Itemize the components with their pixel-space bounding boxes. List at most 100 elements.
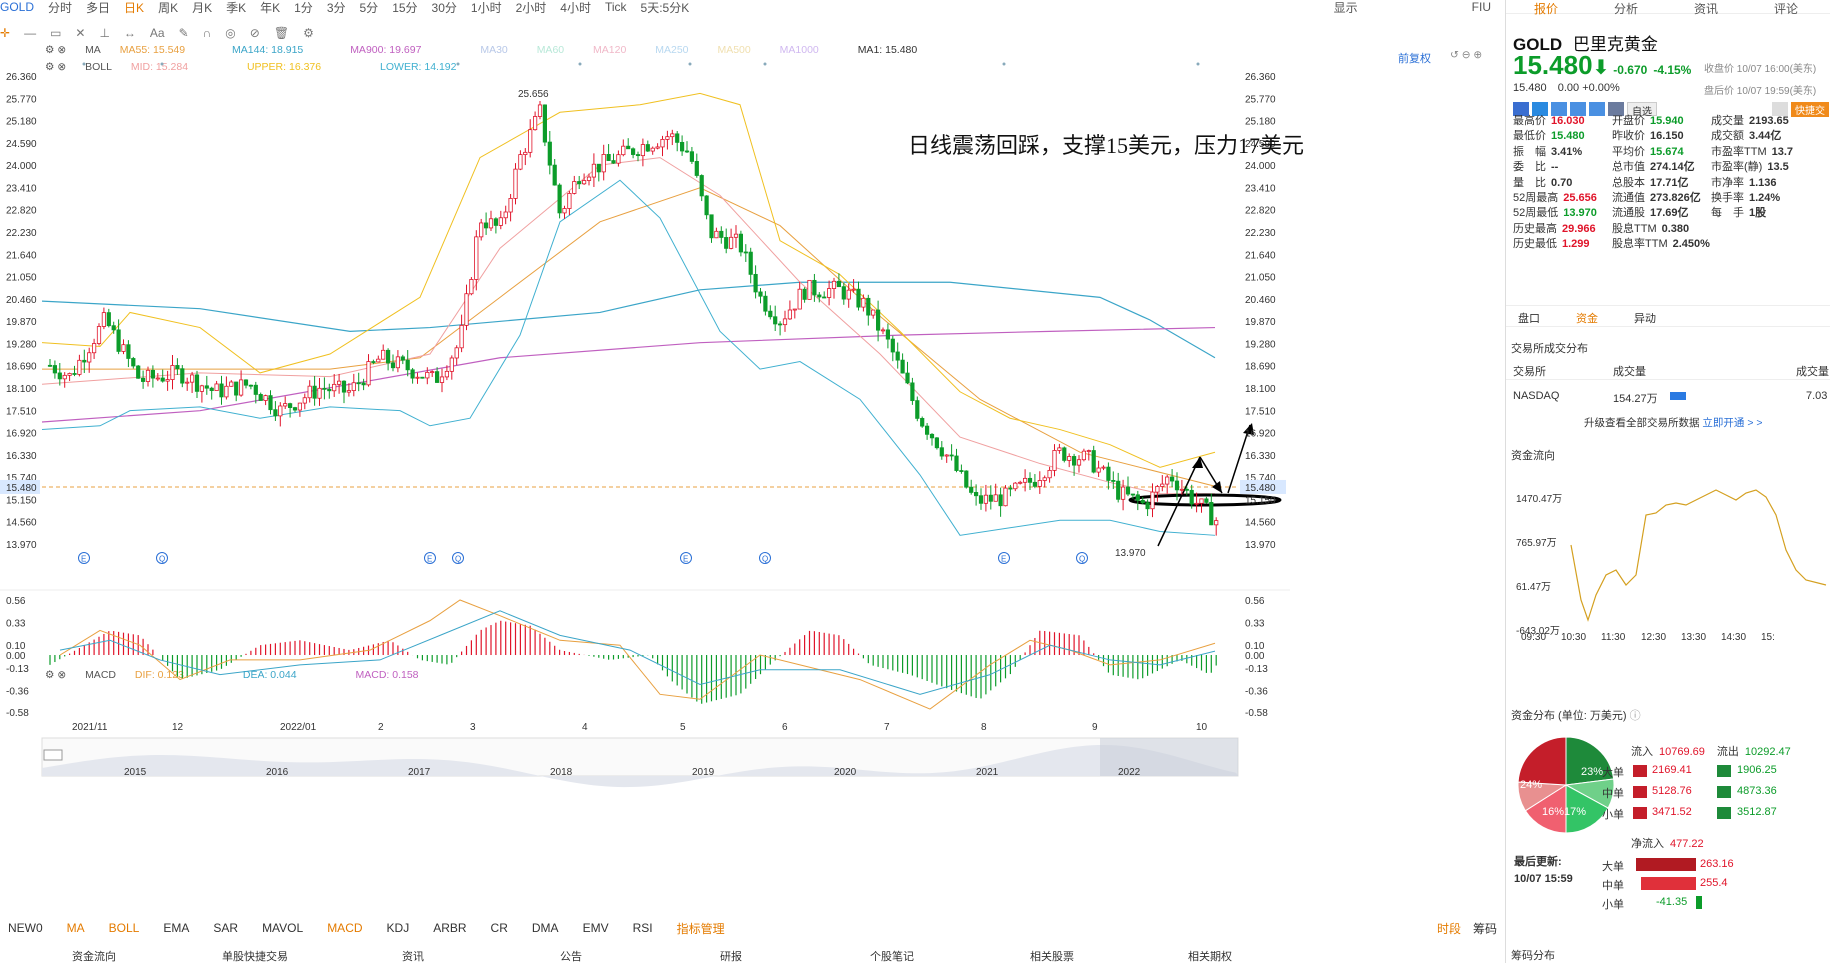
candle-body — [866, 297, 871, 316]
period-item-14[interactable]: 2小时 — [516, 0, 547, 15]
period-item-15[interactable]: 4小时 — [560, 0, 591, 15]
pie-label: 16% — [1542, 806, 1564, 818]
candle-body — [616, 154, 621, 164]
bottom-tab-3[interactable]: 公告 — [560, 948, 582, 964]
line-tool-icon[interactable]: — — [24, 26, 36, 40]
candlestick-chart[interactable]: 26.360 26.360 25.770 25.770 25.180 25.180 24.5… — [0, 40, 1505, 920]
candle-body — [434, 371, 440, 383]
candle-body — [1027, 477, 1033, 483]
period-item-7[interactable]: 年K — [260, 0, 280, 15]
stat-value: 17.71亿 — [1650, 176, 1689, 189]
candle-body — [101, 312, 106, 327]
candle-body — [415, 376, 420, 379]
cross-tool-icon[interactable]: ✕ — [75, 26, 85, 40]
indicator-tab-6[interactable]: MACD — [327, 921, 362, 935]
period-item-3[interactable]: 日K — [124, 0, 144, 15]
indicator-tab-9[interactable]: CR — [491, 921, 508, 935]
time-tick: 4 — [582, 722, 588, 733]
candle-body — [807, 279, 812, 300]
outflow-swatch — [1717, 807, 1731, 819]
indicator-tab-10[interactable]: DMA — [532, 921, 559, 935]
indicator-tab-3[interactable]: EMA — [163, 921, 189, 935]
help-icon[interactable]: ⓘ — [1630, 710, 1641, 722]
candle-body — [1008, 487, 1013, 490]
indicator-tab-13[interactable]: 指标管理 — [677, 920, 725, 937]
candle-body — [126, 344, 131, 359]
period-item-11[interactable]: 15分 — [392, 0, 417, 15]
indicator-tab-7[interactable]: KDJ — [387, 921, 410, 935]
period-item-10[interactable]: 5分 — [360, 0, 379, 15]
candle-body — [959, 470, 964, 472]
indicator-tab-1[interactable]: MA — [67, 921, 85, 935]
distribution-title: 资金分布 (单位: 万美元) — [1511, 710, 1627, 722]
magnet-tool-icon[interactable]: ∩ — [203, 26, 212, 40]
period-item-4[interactable]: 周K — [158, 0, 178, 15]
share-icon[interactable] — [1589, 102, 1605, 116]
candle-body — [1003, 487, 1008, 507]
candle-body — [312, 385, 317, 399]
bottom-tab-6[interactable]: 相关股票 — [1030, 948, 1074, 964]
outflow-total: 10292.47 — [1744, 746, 1791, 758]
arrow-tool-icon[interactable]: ↔ — [124, 26, 136, 40]
bottom-tab-2[interactable]: 资讯 — [402, 948, 424, 964]
period-item-12[interactable]: 30分 — [432, 0, 457, 15]
period-item-5[interactable]: 月K — [192, 0, 212, 15]
subtab-1[interactable]: 资金 — [1576, 310, 1598, 326]
delete-tool-icon[interactable]: 🗑 — [274, 26, 289, 40]
period-item-1[interactable]: 分时 — [48, 0, 72, 15]
upgrade-link[interactable]: 立即开通 > > — [1702, 417, 1762, 429]
indicator-tab-4[interactable]: SAR — [213, 921, 238, 935]
display-menu[interactable]: 显示 — [1334, 0, 1358, 15]
stat-label: 总股本 — [1612, 176, 1645, 189]
indicator-tab-8[interactable]: ARBR — [433, 921, 466, 935]
period-item-0[interactable]: GOLD — [0, 0, 34, 14]
period-item-2[interactable]: 多日 — [86, 0, 110, 15]
bottom-tab-7[interactable]: 相关期权 — [1188, 948, 1232, 964]
indicator-tab-12[interactable]: RSI — [633, 921, 653, 935]
quick-trade-button[interactable]: 快捷交 — [1791, 102, 1829, 117]
stat-4-2: 市净率 1.136 — [1711, 174, 1777, 190]
low-label: 13.970 — [1115, 548, 1146, 559]
period-button[interactable]: 时段 — [1437, 920, 1461, 937]
period-item-8[interactable]: 1分 — [294, 0, 313, 15]
period-item-16[interactable]: Tick — [605, 0, 627, 14]
period-item-6[interactable]: 季K — [226, 0, 246, 15]
candle-body — [606, 154, 611, 161]
subtab-0[interactable]: 盘口 — [1518, 310, 1540, 326]
hide-tool-icon[interactable]: ◎ — [225, 26, 235, 40]
indicator-tab-11[interactable]: EMV — [583, 921, 609, 935]
bottom-tab-1[interactable]: 单股快捷交易 — [222, 948, 288, 964]
rect-tool-icon[interactable]: ▭ — [50, 26, 61, 40]
lock-tool-icon[interactable]: ⊘ — [250, 26, 260, 40]
measure-tool-icon[interactable]: ⊥ — [99, 26, 109, 40]
candle-body — [1101, 466, 1106, 469]
indicator-tab-5[interactable]: MAVOL — [262, 921, 303, 935]
settings-tool-icon[interactable]: ⚙ — [303, 26, 314, 40]
quote-tabs: 报价 分析 资讯 评论 — [1506, 0, 1830, 17]
indicator-tab-2[interactable]: BOLL — [109, 921, 140, 935]
period-item-13[interactable]: 1小时 — [471, 0, 502, 15]
candle-body — [371, 361, 376, 363]
candle-body — [317, 387, 322, 399]
quote-tab-1[interactable]: 分析 — [1586, 0, 1666, 17]
period-item-17[interactable]: 5天:5分K — [641, 0, 690, 15]
bottom-tab-4[interactable]: 研报 — [720, 948, 742, 964]
candle-body — [474, 236, 479, 280]
candle-body — [547, 141, 552, 166]
period-item-9[interactable]: 3分 — [327, 0, 346, 15]
quote-tab-0[interactable]: 报价 — [1506, 0, 1586, 17]
price-tick-right: 21.640 — [1245, 250, 1276, 261]
chips-button[interactable]: 筹码 — [1473, 920, 1497, 937]
indicator-tab-0[interactable]: NEW0 — [0, 921, 43, 935]
crosshair-icon[interactable]: ✛ — [0, 26, 10, 40]
price-tick-left: 25.770 — [6, 94, 37, 105]
pen-tool-icon[interactable]: ✎ — [179, 26, 189, 40]
candle-body — [150, 369, 155, 379]
quote-tab-2[interactable]: 资讯 — [1666, 0, 1746, 17]
bottom-tab-0[interactable]: 资金流向 — [72, 948, 116, 964]
fiu-button[interactable]: FIU — [1472, 0, 1491, 14]
subtab-2[interactable]: 异动 — [1634, 310, 1656, 326]
bottom-tab-5[interactable]: 个股笔记 — [870, 948, 914, 964]
text-tool-icon[interactable]: Aa — [150, 26, 165, 40]
quote-tab-3[interactable]: 评论 — [1746, 0, 1826, 17]
